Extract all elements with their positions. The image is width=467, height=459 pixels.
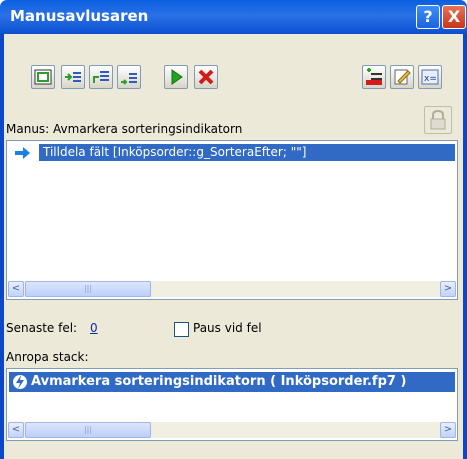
script-steps-hscrollbar[interactable]: < ||| > xyxy=(8,281,456,297)
script-name-label: Manus: Avmarkera sorteringsindikatorn xyxy=(6,122,243,136)
data-viewer-button[interactable]: x= xyxy=(418,65,442,89)
scroll-left-arrow[interactable]: < xyxy=(8,422,24,438)
help-button[interactable]: ? xyxy=(416,5,440,29)
scroll-thumb[interactable]: ||| xyxy=(25,422,151,438)
data-viewer-icon: x= xyxy=(421,69,439,85)
scroll-thumb[interactable]: ||| xyxy=(25,281,151,297)
breakpoint-icon xyxy=(366,68,382,85)
window-title: Manusavlusaren xyxy=(10,7,149,25)
step-out-icon xyxy=(93,71,109,83)
call-stack-row[interactable]: Avmarkera sorteringsindikatorn ( Inköpso… xyxy=(9,372,455,392)
step-into-button[interactable] xyxy=(61,65,85,89)
edit-script-icon xyxy=(394,69,411,85)
call-stack-hscrollbar[interactable]: < ||| > xyxy=(8,422,456,438)
last-error-value[interactable]: 0 xyxy=(90,321,98,335)
halt-icon xyxy=(198,69,214,85)
call-stack-list[interactable]: Avmarkera sorteringsindikatorn ( Inköpso… xyxy=(6,368,458,441)
step-out-button[interactable] xyxy=(89,65,113,89)
lock-icon xyxy=(430,109,446,130)
close-button[interactable]: X xyxy=(442,5,466,29)
halt-button[interactable] xyxy=(194,65,218,89)
breakpoint-button[interactable] xyxy=(362,65,386,89)
scroll-left-arrow[interactable]: < xyxy=(8,281,24,297)
pause-on-error-checkbox[interactable] xyxy=(174,322,189,337)
window-frame-right xyxy=(463,34,467,459)
run-button[interactable] xyxy=(164,65,188,89)
set-next-step-button[interactable] xyxy=(117,65,141,89)
script-lightning-icon xyxy=(13,375,27,389)
call-stack-item-text: Avmarkera sorteringsindikatorn ( Inköpso… xyxy=(31,374,407,389)
script-step-row[interactable]: Tilldela fält [Inköpsorder::g_SorteraEft… xyxy=(39,144,455,161)
svg-text:x=: x= xyxy=(424,74,437,84)
script-steps-list[interactable]: Tilldela fält [Inköpsorder::g_SorteraEft… xyxy=(6,140,458,300)
step-into-icon xyxy=(65,72,81,82)
script-debugger-window: Manusavlusaren ? X x= Manus: Avmarkera s… xyxy=(0,0,467,459)
lock-button[interactable] xyxy=(424,106,452,134)
current-step-arrow-icon xyxy=(15,147,30,159)
scroll-right-arrow[interactable]: > xyxy=(440,281,456,297)
step-icon xyxy=(34,69,52,85)
call-stack-label: Anropa stack: xyxy=(6,350,89,364)
scroll-right-arrow[interactable]: > xyxy=(440,422,456,438)
client-area: x= Manus: Avmarkera sorteringsindikatorn… xyxy=(4,34,463,459)
last-error-label: Senaste fel: xyxy=(6,321,78,335)
set-next-step-icon xyxy=(121,73,137,85)
run-icon xyxy=(171,69,183,85)
step-button[interactable] xyxy=(31,65,55,89)
title-bar[interactable]: Manusavlusaren ? X xyxy=(0,0,467,34)
edit-script-button[interactable] xyxy=(390,65,414,89)
script-step-text: Tilldela fält [Inköpsorder::g_SorteraEft… xyxy=(43,145,307,159)
pause-on-error-label[interactable]: Paus vid fel xyxy=(193,321,262,335)
